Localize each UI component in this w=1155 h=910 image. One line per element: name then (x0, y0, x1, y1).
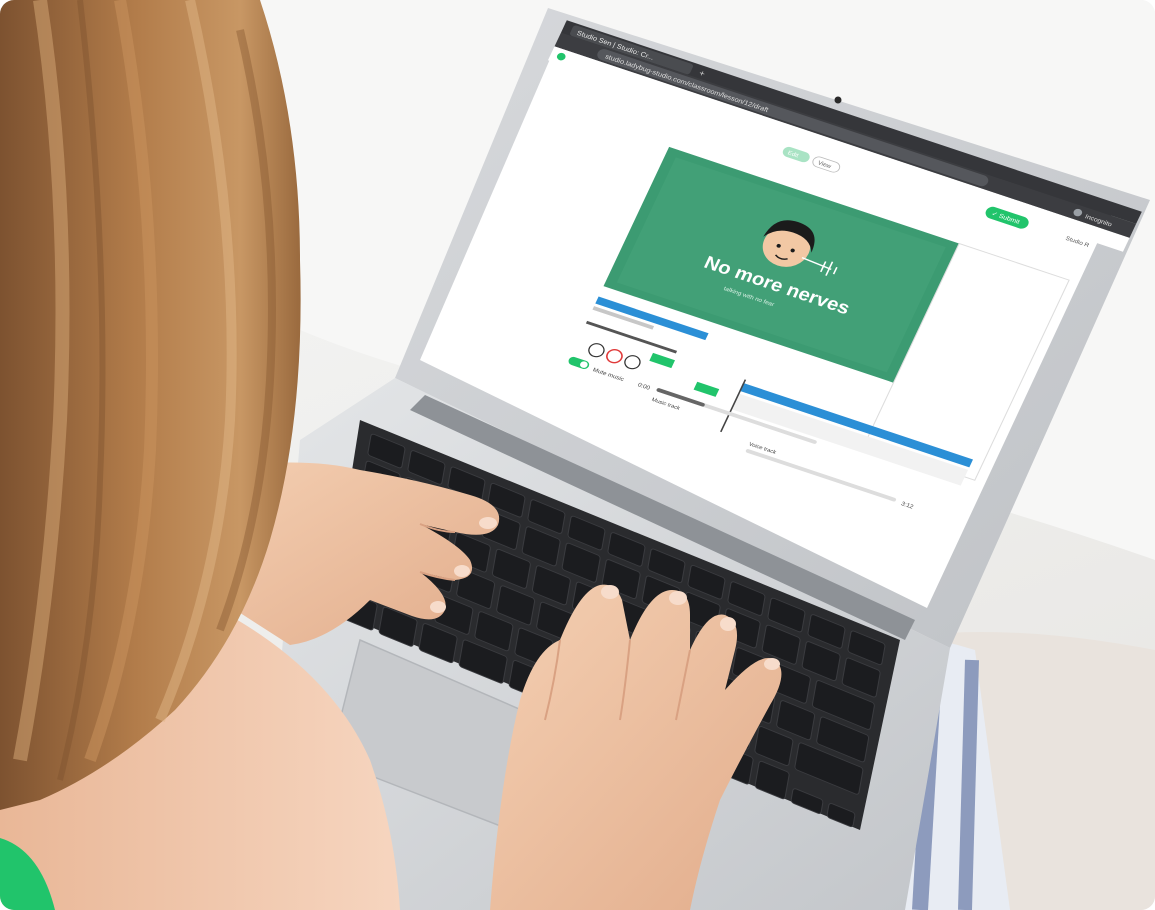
photo-scene: Studio Sen | Studio: Cr... + studio.lady… (0, 0, 1155, 910)
scene-svg: Studio Sen | Studio: Cr... + studio.lady… (0, 0, 1155, 910)
